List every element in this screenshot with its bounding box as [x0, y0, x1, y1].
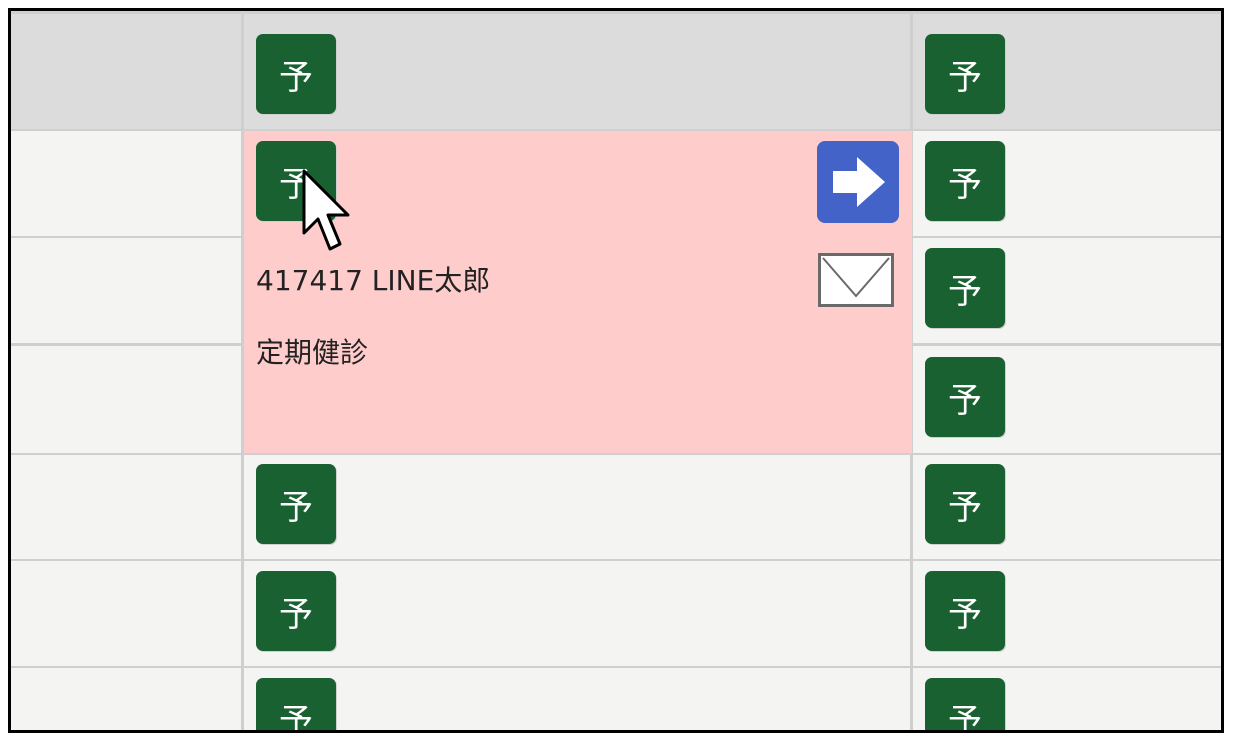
mail-button[interactable] — [818, 253, 894, 307]
schedule-grid: 予 417417 LINE太郎 定期健診 予 予 予 予 予 予 予 予 予 予… — [8, 8, 1224, 733]
appointment-block[interactable]: 予 417417 LINE太郎 定期健診 — [244, 131, 912, 453]
reserve-button[interactable]: 予 — [256, 464, 336, 544]
reserve-button[interactable]: 予 — [256, 34, 336, 114]
appointment-patient: 417417 LINE太郎 — [256, 264, 491, 297]
reserve-button[interactable]: 予 — [925, 571, 1005, 651]
grid-line — [11, 559, 1221, 561]
right-arrow-icon — [833, 157, 885, 207]
appointment-type: 定期健診 — [256, 336, 369, 369]
grid-line — [11, 453, 1221, 455]
reserve-button[interactable]: 予 — [925, 464, 1005, 544]
envelope-icon — [822, 257, 890, 298]
schedule-header-row — [11, 11, 1221, 129]
reserve-button[interactable]: 予 — [925, 357, 1005, 437]
grid-line — [11, 11, 1221, 14]
reserve-button[interactable]: 予 — [925, 34, 1005, 114]
reserve-button[interactable]: 予 — [925, 678, 1005, 730]
grid-line — [11, 666, 1221, 668]
move-appointment-button[interactable] — [817, 141, 899, 223]
reserve-button[interactable]: 予 — [925, 141, 1005, 221]
reserve-button[interactable]: 予 — [256, 678, 336, 730]
reserve-button[interactable]: 予 — [256, 571, 336, 651]
reserve-button[interactable]: 予 — [256, 141, 336, 221]
reserve-button[interactable]: 予 — [925, 248, 1005, 328]
